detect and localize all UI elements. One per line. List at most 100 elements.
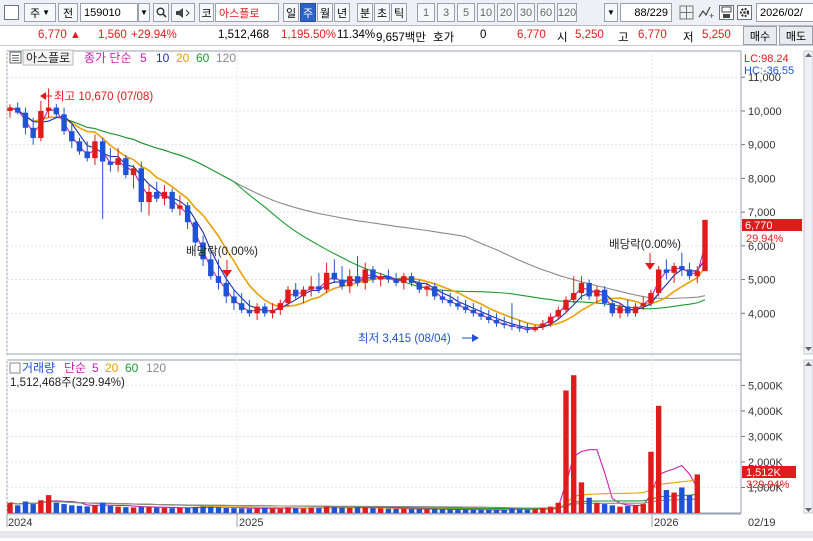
candle-body bbox=[208, 259, 214, 277]
price-scrollbar[interactable] bbox=[803, 50, 813, 355]
grid-icon[interactable] bbox=[679, 5, 694, 20]
date-field[interactable]: 2026/02/ bbox=[756, 3, 813, 22]
count-value: 88 bbox=[634, 6, 647, 19]
candle-body bbox=[262, 306, 268, 314]
code-dropdown-icon[interactable]: ▼ bbox=[138, 3, 150, 22]
volume-bar bbox=[146, 506, 152, 513]
volume-bar bbox=[432, 509, 438, 513]
low-label: 저 bbox=[683, 32, 694, 44]
volume-bar bbox=[625, 505, 631, 513]
number-button-5[interactable]: 30 bbox=[517, 3, 535, 22]
indicator-add-icon[interactable]: + bbox=[698, 5, 714, 21]
number-button-0[interactable]: 1 bbox=[417, 3, 435, 22]
period-button-0[interactable]: 일 bbox=[283, 3, 299, 22]
number-button-2[interactable]: 5 bbox=[457, 3, 475, 22]
volume-bar bbox=[408, 508, 415, 513]
candle-body bbox=[625, 306, 631, 314]
candle-body bbox=[509, 325, 515, 327]
volume-bar bbox=[393, 508, 399, 513]
x-label-2026: 2026 bbox=[654, 517, 678, 529]
price-tick-label: 11,000 bbox=[748, 72, 781, 84]
volume-bar bbox=[84, 506, 90, 513]
period-button-3[interactable]: 년 bbox=[334, 3, 350, 22]
ask-price: 6,770 bbox=[517, 29, 546, 41]
layout-icon[interactable] bbox=[4, 5, 19, 20]
candle-body bbox=[22, 112, 29, 128]
stock-name-field[interactable]: 아스플로 bbox=[215, 3, 279, 22]
volume-bar bbox=[401, 508, 407, 513]
price-tick-label: 4,000 bbox=[748, 308, 776, 320]
candle-body bbox=[61, 114, 67, 132]
speaker-icon[interactable] bbox=[171, 3, 195, 22]
legend-stock-name: 아스플로 bbox=[26, 51, 70, 65]
prev-button[interactable]: 전 bbox=[58, 3, 78, 22]
volume-bar bbox=[617, 506, 623, 513]
number-button-7[interactable]: 120 bbox=[557, 3, 577, 22]
period-button-4[interactable]: 분 bbox=[357, 3, 373, 22]
candle-body bbox=[408, 276, 415, 283]
volume-bar bbox=[38, 500, 44, 513]
candle-body bbox=[547, 316, 554, 324]
number-button-4[interactable]: 20 bbox=[497, 3, 515, 22]
candle-body bbox=[393, 279, 399, 283]
candle-body bbox=[231, 296, 237, 304]
current-vol-pct: 329.94% bbox=[746, 479, 790, 491]
volume-bar bbox=[339, 507, 345, 513]
candle-body bbox=[609, 303, 616, 314]
date-value: 2026/02/ bbox=[760, 6, 803, 19]
period-button-2[interactable]: 월 bbox=[317, 3, 333, 22]
candle-body bbox=[694, 271, 700, 277]
period-button-6[interactable]: 틱 bbox=[391, 3, 407, 22]
volume-bar bbox=[316, 507, 322, 513]
volume-bar bbox=[478, 509, 484, 513]
volume-bar bbox=[493, 510, 500, 513]
volume-ratio: 1,195.50% bbox=[281, 29, 336, 41]
candle-body bbox=[38, 110, 44, 138]
candle-body bbox=[447, 299, 453, 304]
candle-body bbox=[192, 222, 199, 243]
price-change-pct: +29.94% bbox=[131, 29, 177, 41]
buy-button[interactable]: 매수 bbox=[743, 26, 777, 45]
save-icon[interactable] bbox=[719, 5, 734, 20]
number-button-3[interactable]: 10 bbox=[477, 3, 495, 22]
volume-bar bbox=[277, 508, 283, 513]
candle-body bbox=[76, 141, 83, 152]
count-dropdown-icon[interactable]: ▼ bbox=[604, 3, 618, 22]
dividend-label-1: 배당락(0.00%) bbox=[186, 245, 258, 258]
open-value: 5,250 bbox=[575, 29, 604, 41]
count-field[interactable]: 88/229 bbox=[620, 3, 672, 22]
volume-bar bbox=[601, 504, 608, 513]
market-select[interactable]: 주 ▼ bbox=[24, 3, 56, 22]
stock-chart[interactable]: 아스플로 종가 단순 5 10 20 60 120 LC:98.24 HC:-3… bbox=[0, 47, 813, 538]
candle-body bbox=[370, 269, 376, 280]
candle-body bbox=[679, 266, 685, 270]
period-button-5[interactable]: 초 bbox=[374, 3, 390, 22]
candle-body bbox=[563, 299, 569, 310]
volume-bar bbox=[69, 505, 75, 513]
sell-button[interactable]: 매도 bbox=[779, 26, 813, 45]
volume-bar bbox=[516, 509, 523, 513]
open-label: 시 bbox=[557, 32, 568, 44]
volume-tick-label: 5,000K bbox=[748, 380, 784, 392]
max-annotation: 최고 10,670 (07/08) bbox=[40, 90, 153, 103]
volume-bar bbox=[269, 508, 276, 513]
chart-area[interactable]: 아스플로 종가 단순 5 10 20 60 120 LC:98.24 HC:-3… bbox=[0, 47, 813, 538]
number-button-1[interactable]: 3 bbox=[437, 3, 455, 22]
candle-body bbox=[323, 272, 330, 290]
market-badge: 코 bbox=[199, 3, 214, 22]
gear-icon[interactable] bbox=[737, 5, 752, 20]
price-tick-label: 8,000 bbox=[748, 173, 776, 185]
candle-body bbox=[617, 306, 623, 314]
sell-button-label: 매도 bbox=[785, 30, 807, 43]
candle-body bbox=[107, 161, 114, 165]
volume-legend-icon[interactable] bbox=[9, 362, 21, 374]
volume-bar bbox=[555, 502, 561, 513]
volume-bar bbox=[138, 506, 144, 513]
code-input[interactable]: 159010 bbox=[80, 3, 138, 22]
x-label-2024: 2024 bbox=[8, 517, 32, 529]
period-button-1[interactable]: 주 bbox=[300, 3, 316, 22]
volume-scrollbar[interactable] bbox=[803, 359, 813, 514]
candle-body bbox=[354, 276, 361, 283]
search-icon[interactable] bbox=[153, 3, 169, 22]
number-button-6[interactable]: 60 bbox=[537, 3, 555, 22]
